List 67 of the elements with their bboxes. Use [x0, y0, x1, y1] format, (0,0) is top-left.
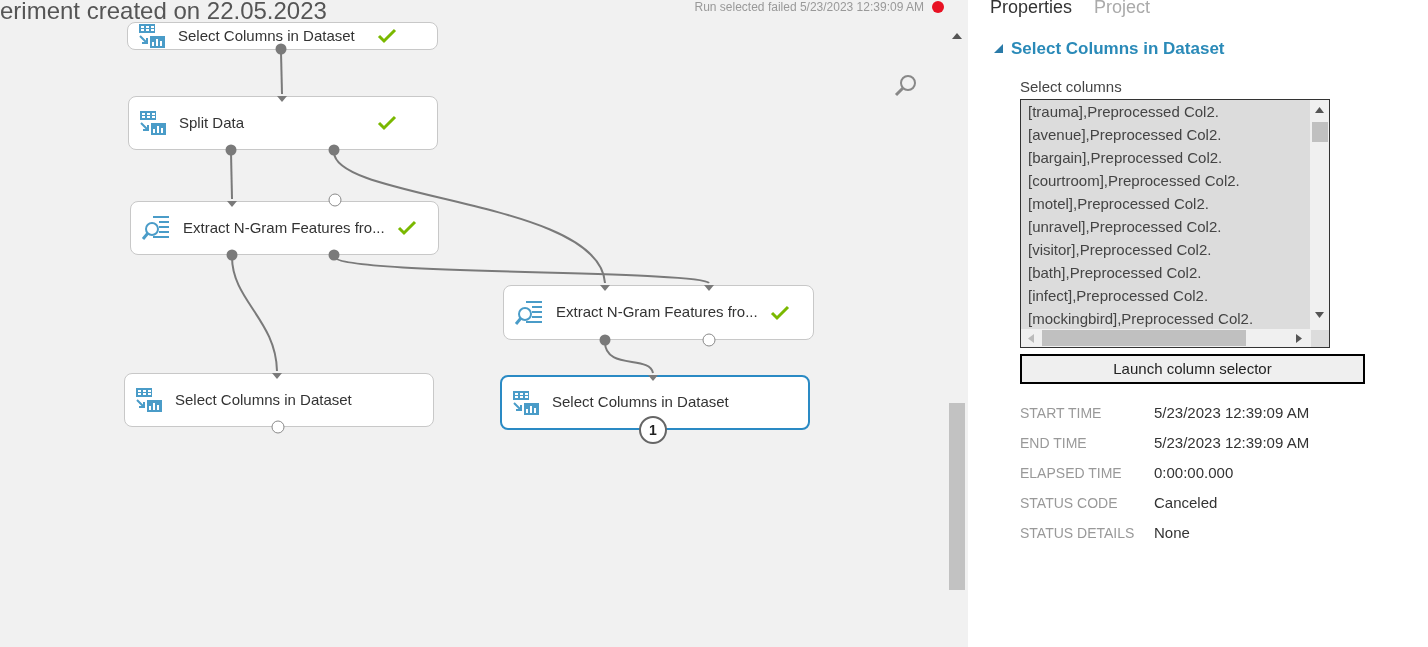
magnifier-list-icon — [514, 298, 544, 327]
node-label: Select Columns in Dataset — [552, 392, 730, 413]
column-item[interactable]: [bath],Preprocessed Col2. — [1028, 261, 1202, 284]
scrollbar-thumb[interactable] — [1312, 122, 1328, 142]
detail-label: END TIME — [1020, 433, 1088, 453]
module-node[interactable]: Extract N-Gram Features fro... — [503, 285, 814, 340]
node-label: Extract N-Gram Features fro... — [556, 302, 758, 323]
column-item[interactable]: [infect],Preprocessed Col2. — [1028, 284, 1209, 307]
column-item[interactable]: [avenue],Preprocessed Col2. — [1028, 123, 1222, 146]
detail-label: ELAPSED TIME — [1020, 463, 1123, 483]
column-item[interactable]: [unravel],Preprocessed Col2. — [1028, 215, 1222, 238]
detail-label: STATUS CODE — [1020, 493, 1119, 513]
scroll-down-icon[interactable] — [1315, 312, 1324, 318]
input-arrow-icon — [600, 285, 610, 291]
table-chart-icon — [138, 23, 166, 49]
section-title: Select Columns in Dataset — [1011, 38, 1225, 60]
connector — [280, 51, 283, 95]
collapse-triangle-icon[interactable] — [994, 44, 1003, 54]
column-item[interactable]: [visitor],Preprocessed Col2. — [1028, 238, 1212, 261]
column-item[interactable]: [mockingbird],Preprocessed Col2. — [1028, 307, 1254, 330]
detail-value: None — [1154, 522, 1190, 543]
detail-value: 0:00:00.000 — [1154, 462, 1234, 483]
module-node[interactable]: Extract N-Gram Features fro... — [130, 201, 439, 255]
column-listbox[interactable] — [1020, 99, 1330, 348]
checkmark-icon — [769, 304, 790, 321]
module-node[interactable]: Select Columns in Dataset — [127, 22, 438, 50]
checkmark-icon — [377, 115, 397, 131]
column-item[interactable]: [bargain],Preprocessed Col2. — [1028, 146, 1223, 169]
column-item[interactable]: [courtroom],Preprocessed Col2. — [1028, 169, 1240, 192]
scroll-up-icon[interactable] — [952, 32, 962, 40]
run-status: Run selected failed 5/23/2023 12:39:09 AM — [694, 0, 924, 14]
node-label: Extract N-Gram Features fro... — [183, 217, 385, 238]
search-icon[interactable] — [894, 73, 918, 97]
experiment-title: eriment created on 22.05.2023 — [0, 0, 327, 22]
scroll-right-icon[interactable] — [1296, 334, 1302, 343]
module-node[interactable]: Select Columns in Dataset — [124, 373, 434, 427]
input-arrow-icon — [227, 201, 237, 207]
scrollbar-thumb[interactable] — [1042, 330, 1246, 346]
table-chart-icon — [139, 110, 167, 136]
input-arrow-icon — [648, 375, 658, 381]
input-arrow-icon — [272, 373, 282, 379]
listbox-vertical-scrollbar[interactable] — [1310, 100, 1329, 330]
launch-column-selector-button[interactable]: Launch column selector — [1020, 354, 1365, 384]
scrollbar-thumb[interactable] — [949, 403, 965, 590]
detail-value: Canceled — [1154, 492, 1218, 513]
magnifier-list-icon — [141, 214, 171, 242]
node-label: Split Data — [179, 112, 246, 133]
detail-value: 5/23/2023 12:39:09 AM — [1154, 402, 1310, 423]
module-node[interactable]: Split Data — [128, 96, 438, 150]
detail-label: START TIME — [1020, 403, 1103, 423]
table-chart-icon — [135, 387, 163, 413]
error-icon — [932, 1, 944, 13]
field-label: Select columns — [1020, 76, 1123, 97]
input-arrow-icon — [277, 96, 287, 102]
column-item[interactable]: [motel],Preprocessed Col2. — [1028, 192, 1209, 215]
column-item[interactable]: [trauma],Preprocessed Col2. — [1028, 100, 1219, 123]
detail-label: STATUS DETAILS — [1020, 523, 1136, 543]
detail-value: 5/23/2023 12:39:09 AM — [1154, 432, 1310, 453]
checkmark-icon — [396, 220, 417, 236]
input-arrow-icon — [704, 285, 714, 291]
scroll-up-icon[interactable] — [1315, 107, 1324, 113]
node-label: Select Columns in Dataset — [175, 389, 353, 410]
node-label: Select Columns in Dataset — [178, 25, 356, 46]
listbox-horizontal-scrollbar[interactable] — [1021, 329, 1311, 347]
node-badge: 1 — [639, 416, 667, 444]
checkmark-icon — [377, 28, 397, 44]
table-chart-icon — [512, 389, 540, 416]
